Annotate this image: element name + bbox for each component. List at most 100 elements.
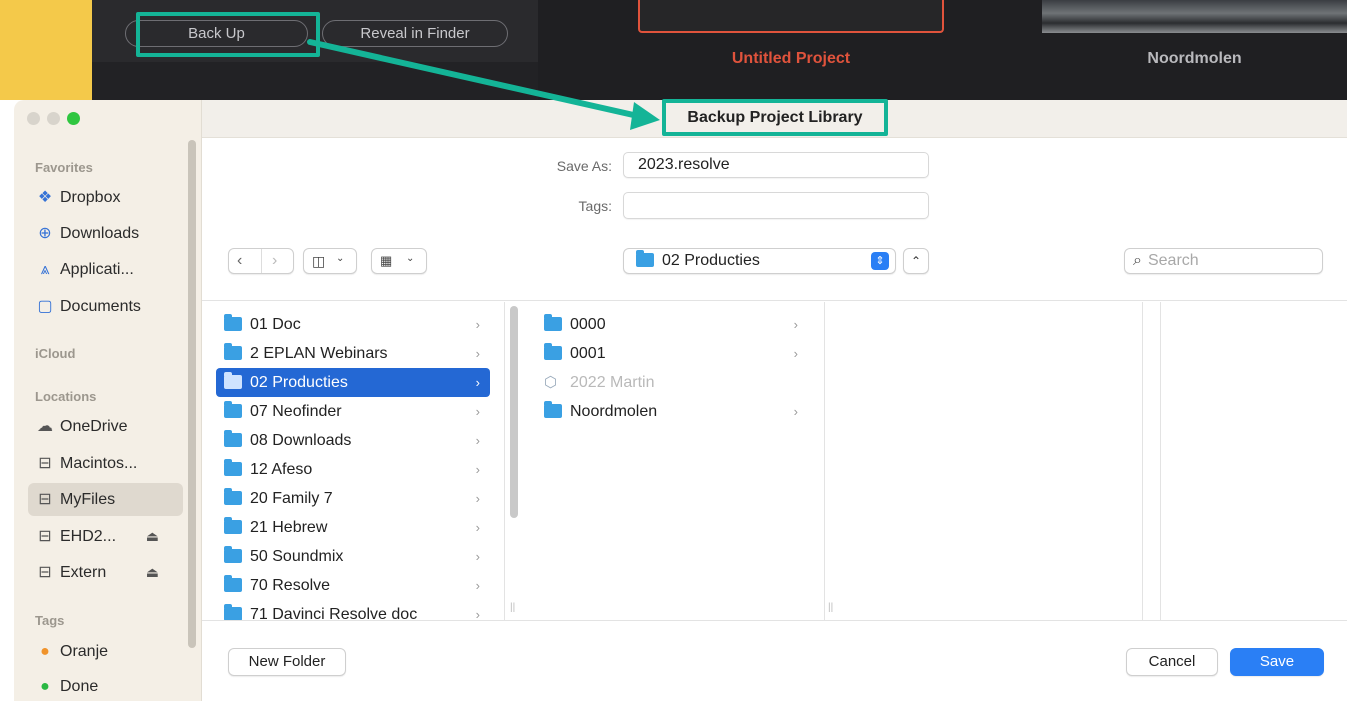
column-divider[interactable] (824, 302, 825, 620)
document-icon: ▢ (37, 298, 53, 315)
list-item[interactable]: Noordmolen › (536, 397, 808, 426)
search-icon: ⌕ (1133, 252, 1142, 269)
back-arrow-icon[interactable]: ‹ (237, 252, 242, 270)
sidebar-item-ehd2[interactable]: ⊟ EHD2... ⏏ (28, 520, 183, 553)
tags-header: Tags (35, 613, 65, 628)
project-name-noordmolen[interactable]: Noordmolen (1042, 50, 1347, 68)
eject-icon[interactable]: ⏏ (146, 556, 159, 589)
dropbox-icon: ❖ (37, 189, 53, 206)
column-resize-handle[interactable]: || (510, 602, 515, 613)
folder-icon (544, 343, 562, 360)
location-popup[interactable]: 02 Producties ⇕ (623, 248, 896, 274)
folder-icon (224, 343, 242, 360)
chevron-right-icon: › (793, 404, 798, 419)
cloud-icon: ☁ (37, 418, 53, 435)
save-as-field[interactable]: 2023.resolve (623, 152, 929, 178)
chevron-down-icon: ⌄ (336, 253, 345, 264)
list-item[interactable]: 0001 › (536, 339, 808, 368)
list-item[interactable]: 0000 › (536, 310, 808, 339)
sidebar-scrollbar[interactable] (188, 140, 196, 648)
column-resize-handle[interactable]: || (828, 602, 833, 613)
list-item[interactable]: 21 Hebrew › (216, 513, 490, 542)
list-item-disabled: ⬡ 2022 Martin (536, 368, 808, 397)
sidebar-item-extern[interactable]: ⊟ Extern ⏏ (28, 556, 183, 589)
sidebar-item-label: Extern (60, 564, 107, 581)
drive-icon: ⊟ (38, 491, 52, 508)
list-item[interactable]: 2 EPLAN Webinars › (216, 339, 490, 368)
chevron-right-icon: › (475, 607, 480, 622)
sidebar-item-myfiles[interactable]: ⊟ MyFiles (28, 483, 183, 516)
save-button[interactable]: Save (1230, 648, 1324, 676)
cancel-button[interactable]: Cancel (1126, 648, 1218, 676)
tag-dot-icon: ● (40, 678, 50, 695)
search-placeholder: Search (1147, 252, 1199, 269)
project-name-untitled[interactable]: Untitled Project (638, 50, 944, 68)
sidebar-item-label: Dropbox (60, 189, 121, 206)
sidebar-item-label: Documents (60, 298, 141, 315)
list-item[interactable]: 12 Afeso › (216, 455, 490, 484)
tags-label: Tags: (578, 198, 612, 214)
favorites-header: Favorites (35, 160, 93, 175)
package-icon: ⬡ (544, 374, 558, 391)
folder-icon (224, 314, 242, 331)
sidebar-item-downloads[interactable]: ⊕ Downloads (28, 217, 183, 250)
sidebar-item-applications[interactable]: ⩓ Applicati... (28, 253, 183, 286)
sidebar-item-label: EHD2... (60, 528, 117, 545)
screenshot-root: Back Up Reveal in Finder Untitled Projec… (0, 0, 1347, 701)
folder-icon (224, 604, 242, 621)
drive-icon: ⊟ (38, 564, 52, 581)
search-field[interactable]: ⌕ Search (1124, 248, 1323, 274)
list-item[interactable]: 07 Neofinder › (216, 397, 490, 426)
sidebar: Favorites ❖ Dropbox ⊕ Downloads ⩓ Applicati… (14, 100, 202, 701)
folder-icon (224, 401, 242, 418)
list-item[interactable]: 08 Downloads › (216, 426, 490, 455)
column-scrollbar[interactable] (510, 306, 518, 518)
sidebar-item-label: Macintos... (60, 455, 138, 472)
column-divider[interactable] (1160, 302, 1161, 620)
parent-folder-button[interactable]: ⌃ (903, 248, 929, 274)
list-item[interactable]: 71 Davinci Resolve doc › (216, 600, 490, 629)
sidebar-item-macintosh[interactable]: ⊟ Macintos... (28, 447, 183, 480)
tags-field[interactable] (623, 192, 929, 219)
sidebar-item-onedrive[interactable]: ☁ OneDrive (28, 410, 183, 443)
list-item[interactable]: 50 Soundmix › (216, 542, 490, 571)
sidebar-item-label: Applicati... (60, 261, 134, 278)
chevron-right-icon: › (475, 520, 480, 535)
chevron-right-icon: › (475, 578, 480, 593)
sidebar-item-documents[interactable]: ▢ Documents (28, 290, 183, 323)
sidebar-tag-oranje[interactable]: ● Oranje (28, 635, 183, 668)
sidebar-item-label: Oranje (60, 643, 109, 660)
list-item[interactable]: 20 Family 7 › (216, 484, 490, 513)
close-window-button[interactable] (27, 112, 40, 125)
view-mode-button[interactable]: ◫ ⌄ (303, 248, 357, 274)
sidebar-item-label: MyFiles (60, 491, 116, 508)
sidebar-tag-done[interactable]: ● Done (28, 670, 183, 701)
list-item[interactable]: 70 Resolve › (216, 571, 490, 600)
folder-icon (224, 546, 242, 563)
eject-icon[interactable]: ⏏ (146, 520, 159, 553)
group-button[interactable]: ▦ ⌄ (371, 248, 427, 274)
annotation-highlight-box (136, 12, 320, 57)
list-item[interactable]: 01 Doc › (216, 310, 490, 339)
folder-icon (224, 459, 242, 476)
list-item-selected[interactable]: 02 Producties › (216, 368, 490, 397)
zoom-window-button[interactable] (67, 112, 80, 125)
minimize-window-button[interactable] (47, 112, 60, 125)
sidebar-item-label: Done (60, 678, 99, 695)
drive-icon: ⊟ (38, 528, 52, 545)
chevron-right-icon: › (475, 462, 480, 477)
column-divider[interactable] (1142, 302, 1143, 620)
chevron-right-icon: › (475, 346, 480, 361)
new-folder-button[interactable]: New Folder (228, 648, 346, 676)
chevron-right-icon: › (793, 317, 798, 332)
folder-icon (636, 250, 654, 267)
column-divider[interactable] (504, 302, 505, 620)
project-thumbnail-untitled[interactable] (638, 0, 944, 33)
project-thumbnail-noordmolen[interactable] (1042, 0, 1347, 33)
drive-icon: ⊟ (38, 455, 52, 472)
folder-icon (224, 488, 242, 505)
chevron-right-icon: › (475, 549, 480, 564)
sidebar-item-label: OneDrive (60, 418, 128, 435)
forward-arrow-icon[interactable]: › (272, 252, 277, 270)
sidebar-item-dropbox[interactable]: ❖ Dropbox (28, 181, 183, 214)
